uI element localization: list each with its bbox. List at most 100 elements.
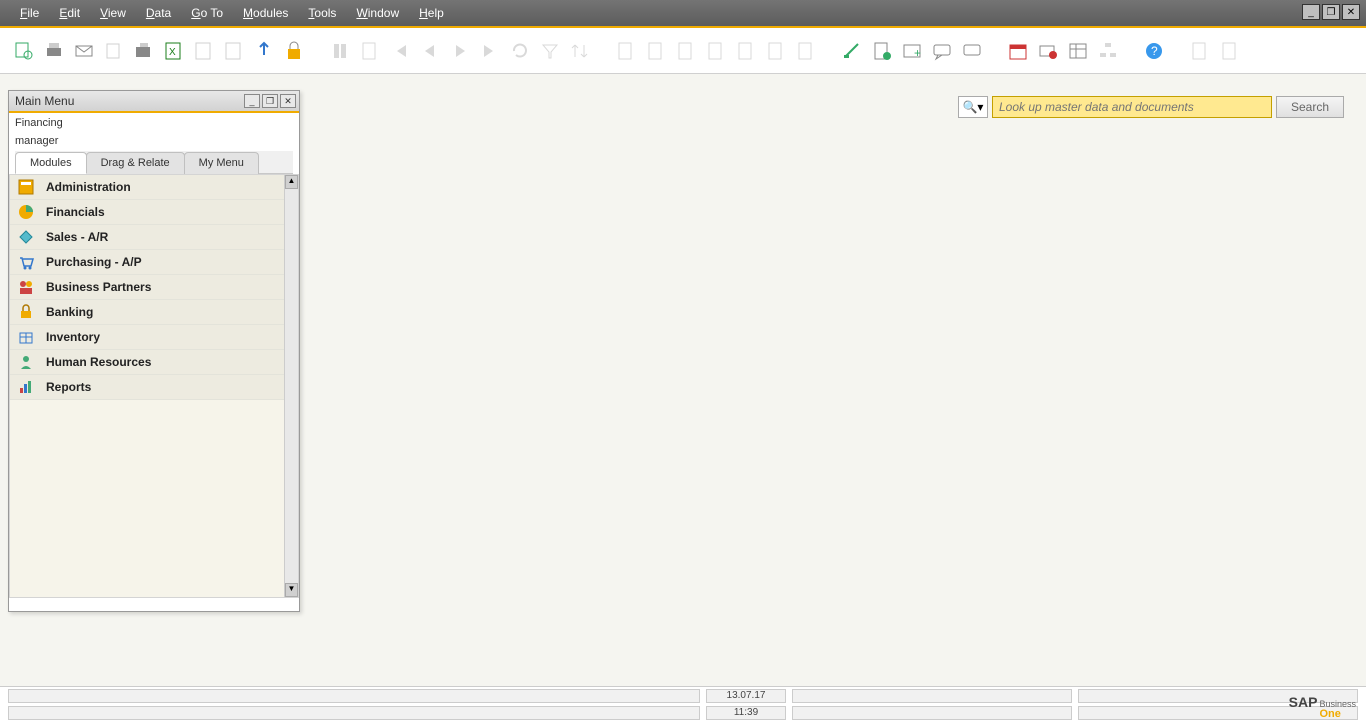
scroll-up-icon[interactable]: ▲ xyxy=(285,175,298,189)
module-financials[interactable]: Financials xyxy=(10,200,298,225)
svg-text:+: + xyxy=(914,46,921,60)
menu-help[interactable]: Help xyxy=(409,1,454,25)
box-icon xyxy=(16,328,36,346)
alerts-icon[interactable] xyxy=(960,39,984,63)
module-label: Financials xyxy=(46,205,105,219)
status-cell-1 xyxy=(8,689,700,703)
sms-icon[interactable] xyxy=(102,39,126,63)
doc3-icon[interactable] xyxy=(674,39,698,63)
menu-data[interactable]: Data xyxy=(136,1,181,25)
module-inventory[interactable]: Inventory xyxy=(10,325,298,350)
window-controls: _ ❐ ✕ xyxy=(1302,4,1360,20)
module-administration[interactable]: Administration xyxy=(10,175,298,200)
add-icon[interactable] xyxy=(358,39,382,63)
first-record-icon[interactable] xyxy=(388,39,412,63)
status-cell-5 xyxy=(792,706,1072,720)
doc1-icon[interactable] xyxy=(614,39,638,63)
minimize-button[interactable]: _ xyxy=(1302,4,1320,20)
main-menu-titlebar: Main Menu _ ❐ ✕ xyxy=(9,91,299,113)
user-defined-icon[interactable]: + xyxy=(900,39,924,63)
logo-brand: SAP xyxy=(1289,694,1318,710)
messages-icon[interactable] xyxy=(930,39,954,63)
module-label: Inventory xyxy=(46,330,100,344)
fax-icon[interactable] xyxy=(132,39,156,63)
email-icon[interactable] xyxy=(72,39,96,63)
lock-icon[interactable] xyxy=(282,39,306,63)
toolbar: X + ? xyxy=(0,28,1366,74)
print-icon[interactable] xyxy=(42,39,66,63)
maximize-button[interactable]: ❐ xyxy=(1322,4,1340,20)
menu-goto[interactable]: Go To xyxy=(181,1,233,25)
module-human-resources[interactable]: Human Resources xyxy=(10,350,298,375)
excel-icon[interactable]: X xyxy=(162,39,186,63)
last-record-icon[interactable] xyxy=(478,39,502,63)
tab-my-menu[interactable]: My Menu xyxy=(184,152,259,174)
status-cell-2 xyxy=(792,689,1072,703)
search-area: 🔍▾ Search xyxy=(958,96,1344,118)
module-purchasing[interactable]: Purchasing - A/P xyxy=(10,250,298,275)
preview-icon[interactable] xyxy=(12,39,36,63)
sap-logo: SAP Business One xyxy=(1289,694,1356,720)
search-dropdown-button[interactable]: 🔍▾ xyxy=(958,96,988,118)
mm-company: Financing xyxy=(9,113,299,131)
word-icon[interactable] xyxy=(192,39,216,63)
person-icon xyxy=(16,353,36,371)
doc6-icon[interactable] xyxy=(764,39,788,63)
mm-maximize-button[interactable]: ❐ xyxy=(262,94,278,108)
menu-tools[interactable]: Tools xyxy=(298,1,346,25)
sort-icon[interactable] xyxy=(568,39,592,63)
calendar-icon[interactable] xyxy=(1006,39,1030,63)
pdf-icon[interactable] xyxy=(222,39,246,63)
layout-icon[interactable] xyxy=(870,39,894,63)
mm-tabs: Modules Drag & Relate My Menu xyxy=(15,151,293,174)
people-icon xyxy=(16,278,36,296)
module-label: Reports xyxy=(46,380,91,394)
menu-edit[interactable]: Edit xyxy=(49,1,90,25)
form-settings-icon[interactable] xyxy=(840,39,864,63)
query-icon[interactable] xyxy=(1188,39,1212,63)
close-button[interactable]: ✕ xyxy=(1342,4,1360,20)
menu-file[interactable]: File xyxy=(10,1,49,25)
refresh-icon[interactable] xyxy=(508,39,532,63)
mm-minimize-button[interactable]: _ xyxy=(244,94,260,108)
main-menu-title: Main Menu xyxy=(15,94,74,108)
cart-icon xyxy=(16,253,36,271)
doc5-icon[interactable] xyxy=(734,39,758,63)
svg-text:X: X xyxy=(169,47,176,58)
module-label: Administration xyxy=(46,180,131,194)
menu-window[interactable]: Window xyxy=(346,1,409,25)
sales-icon xyxy=(16,228,36,246)
search-input[interactable] xyxy=(992,96,1272,118)
mail-alert-icon[interactable] xyxy=(1036,39,1060,63)
search-button[interactable]: Search xyxy=(1276,96,1344,118)
status-date: 13.07.17 xyxy=(706,689,786,703)
menu-view[interactable]: View xyxy=(90,1,136,25)
module-sales[interactable]: Sales - A/R xyxy=(10,225,298,250)
doc2-icon[interactable] xyxy=(644,39,668,63)
prev-record-icon[interactable] xyxy=(418,39,442,63)
module-reports[interactable]: Reports xyxy=(10,375,298,400)
mm-user: manager xyxy=(9,131,299,149)
next-record-icon[interactable] xyxy=(448,39,472,63)
launch-app-icon[interactable] xyxy=(252,39,276,63)
filter-icon[interactable] xyxy=(538,39,562,63)
module-label: Business Partners xyxy=(46,280,151,294)
doc7-icon[interactable] xyxy=(794,39,818,63)
module-label: Human Resources xyxy=(46,355,151,369)
mm-close-button[interactable]: ✕ xyxy=(280,94,296,108)
scroll-down-icon[interactable]: ▼ xyxy=(285,583,298,597)
tree-icon[interactable] xyxy=(1096,39,1120,63)
table-icon[interactable] xyxy=(1066,39,1090,63)
doc4-icon[interactable] xyxy=(704,39,728,63)
tab-drag-relate[interactable]: Drag & Relate xyxy=(86,152,185,174)
menu-modules[interactable]: Modules xyxy=(233,1,298,25)
mm-scrollbar[interactable]: ▲ ▼ xyxy=(284,175,298,597)
module-banking[interactable]: Banking xyxy=(10,300,298,325)
tab-modules[interactable]: Modules xyxy=(15,152,87,174)
find-icon[interactable] xyxy=(328,39,352,63)
help-icon[interactable]: ? xyxy=(1142,39,1166,63)
config-icon[interactable] xyxy=(1218,39,1242,63)
chart-icon xyxy=(16,378,36,396)
module-business-partners[interactable]: Business Partners xyxy=(10,275,298,300)
module-label: Purchasing - A/P xyxy=(46,255,142,269)
